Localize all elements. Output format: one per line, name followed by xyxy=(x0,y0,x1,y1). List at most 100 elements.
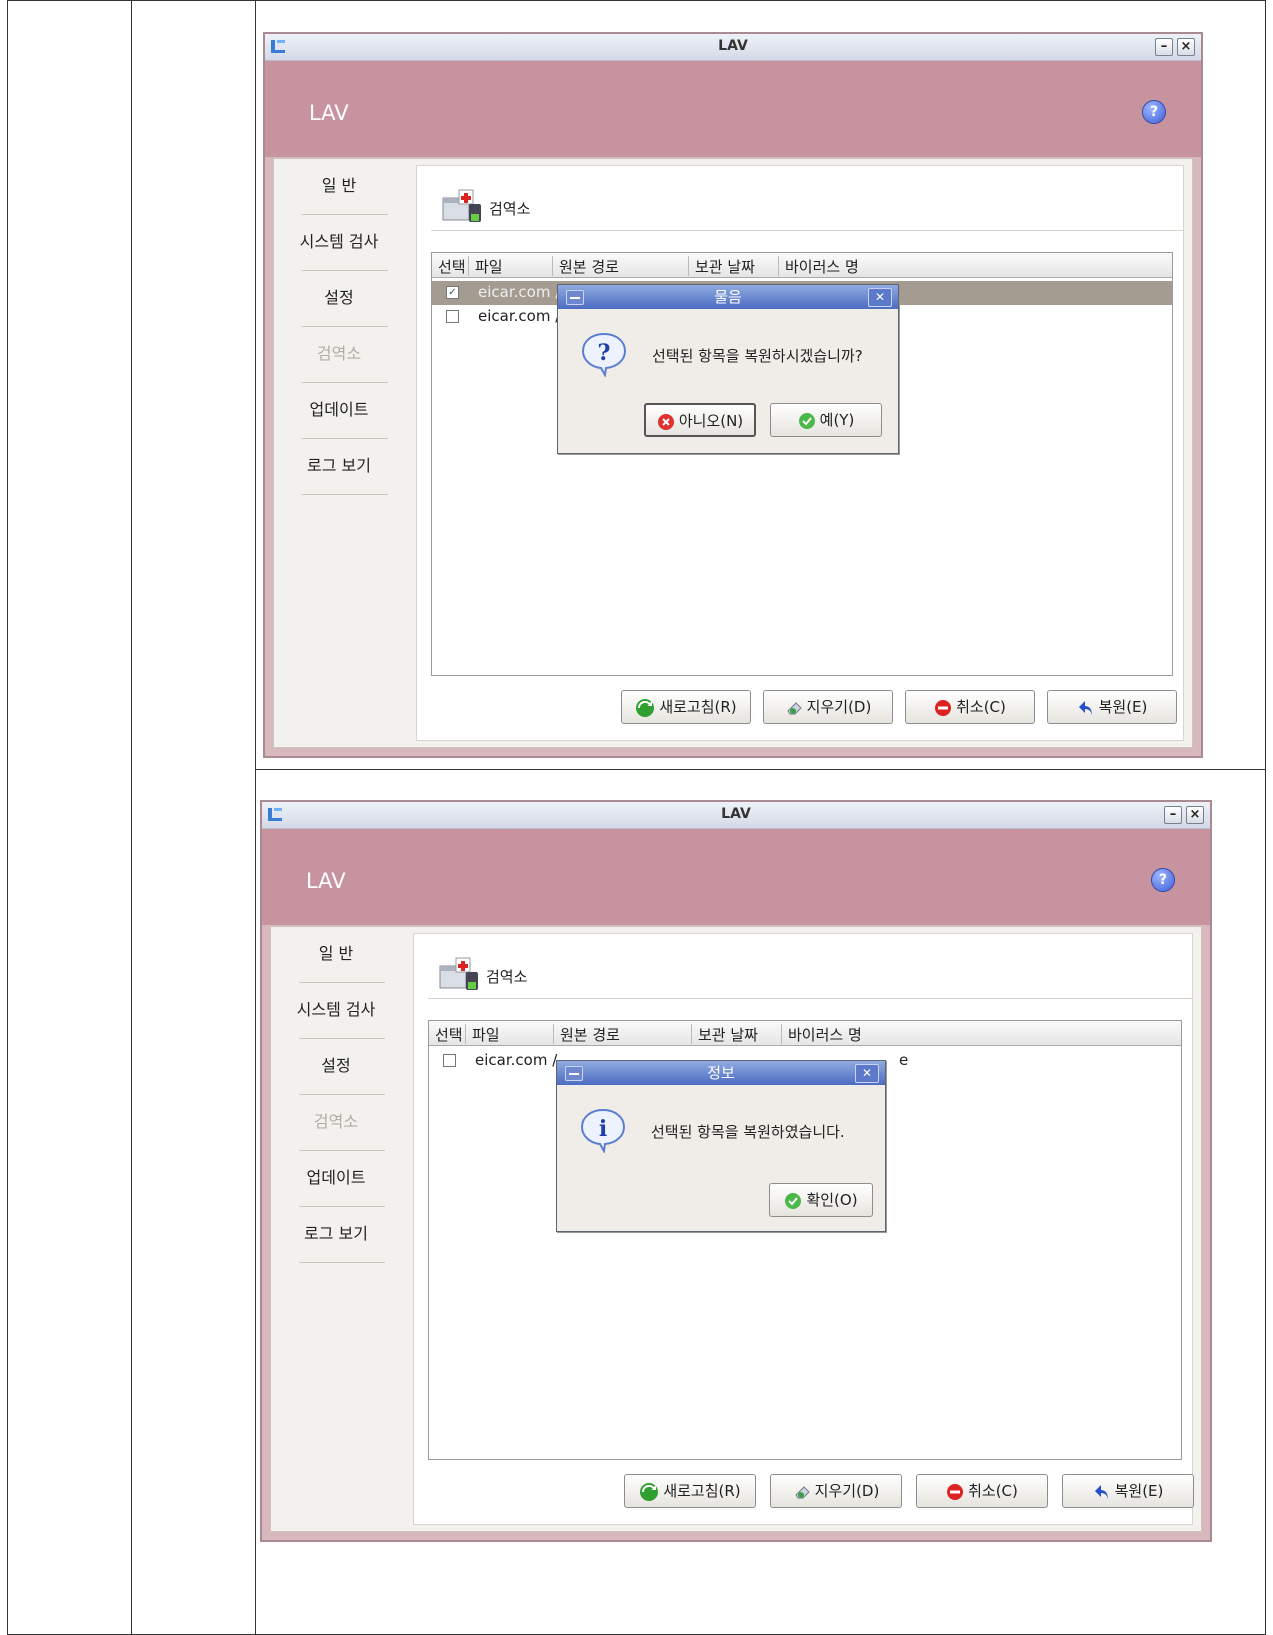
dialog-menu-icon[interactable] xyxy=(566,290,584,305)
dialog-title: 정보 xyxy=(707,1064,735,1082)
ok-button[interactable]: 확인(O) xyxy=(769,1183,873,1217)
column-header-path[interactable]: 원본 경로 xyxy=(552,256,619,276)
row-checkbox[interactable]: ✓ xyxy=(446,286,459,299)
list-header: 선택 파일 원본 경로 보관 날짜 바이러스 명 xyxy=(432,253,1172,278)
dialog-close-button[interactable]: ✕ xyxy=(868,288,892,307)
sidebar-nav: 일 반 시스템 검사 설정 검역소 업데이트 로그 보기 xyxy=(274,159,404,495)
column-header-select[interactable]: 선택 xyxy=(432,256,466,276)
nav-item-log[interactable]: 로그 보기 xyxy=(274,439,404,495)
svg-text:?: ? xyxy=(598,340,611,366)
nav-item-system-scan[interactable]: 시스템 검사 xyxy=(274,215,404,271)
undo-arrow-icon xyxy=(1094,1484,1108,1499)
column-header-date[interactable]: 보관 날짜 xyxy=(688,256,755,276)
cancel-label: 취소(C) xyxy=(968,1482,1018,1500)
question-bubble-icon: ? xyxy=(581,332,627,377)
column-header-virus[interactable]: 바이러스 명 xyxy=(778,256,859,276)
column-header-date[interactable]: 보관 날짜 xyxy=(691,1024,758,1044)
row-file: eicar.com / xyxy=(478,283,560,301)
app-header: LAV ? xyxy=(265,61,1201,157)
ok-label: 확인(O) xyxy=(806,1191,858,1209)
no-button[interactable]: 아니오(N) xyxy=(644,403,756,437)
eraser-icon xyxy=(795,1485,810,1498)
nav-item-general[interactable]: 일 반 xyxy=(271,927,401,983)
minimize-button[interactable]: – xyxy=(1155,38,1173,56)
window-title: LAV xyxy=(718,38,748,54)
dialog-close-button[interactable]: ✕ xyxy=(855,1064,879,1083)
app-brand: LAV xyxy=(309,101,349,125)
nav-item-quarantine[interactable]: 검역소 xyxy=(274,327,404,383)
nav-item-update[interactable]: 업데이트 xyxy=(271,1151,401,1207)
nav-item-quarantine[interactable]: 검역소 xyxy=(271,1095,401,1151)
eraser-icon xyxy=(787,701,802,714)
info-dialog: 정보 ✕ i 선택된 항목을 복원하였습니다. 확인(O) xyxy=(556,1060,886,1232)
cancel-label: 취소(C) xyxy=(956,698,1006,716)
column-header-file[interactable]: 파일 xyxy=(465,1024,500,1044)
info-bubble-icon: i xyxy=(580,1108,626,1153)
refresh-label: 새로고침(R) xyxy=(659,698,737,716)
stop-icon xyxy=(935,699,952,716)
help-icon[interactable]: ? xyxy=(1152,869,1174,891)
list-header: 선택 파일 원본 경로 보관 날짜 바이러스 명 xyxy=(429,1021,1181,1046)
row-file: eicar.com / xyxy=(475,1051,558,1069)
column-header-path[interactable]: 원본 경로 xyxy=(553,1024,620,1044)
refresh-button[interactable]: 새로고침(R) xyxy=(621,690,751,724)
row-checkbox[interactable] xyxy=(446,310,459,323)
panel-header: 검역소 xyxy=(431,180,1183,231)
delete-label: 지우기(D) xyxy=(814,1482,880,1500)
cancel-button[interactable]: 취소(C) xyxy=(905,690,1035,724)
nav-item-settings[interactable]: 설정 xyxy=(271,1039,401,1095)
cancel-button[interactable]: 취소(C) xyxy=(916,1474,1048,1508)
window-title: LAV xyxy=(721,806,751,822)
nav-item-system-scan[interactable]: 시스템 검사 xyxy=(271,983,401,1039)
refresh-button[interactable]: 새로고침(R) xyxy=(624,1474,756,1508)
dialog-titlebar: 물음 ✕ xyxy=(558,285,898,309)
delete-button[interactable]: 지우기(D) xyxy=(763,690,893,724)
delete-label: 지우기(D) xyxy=(806,698,872,716)
lav-window-1: LAV – × LAV ? 일 반 시스템 검사 설정 검역소 업데이트 로그 … xyxy=(263,32,1203,758)
nav-item-settings[interactable]: 설정 xyxy=(274,271,404,327)
close-button[interactable]: × xyxy=(1177,38,1195,56)
dialog-message: 선택된 항목을 복원하였습니다. xyxy=(651,1123,845,1141)
dialog-menu-icon[interactable] xyxy=(565,1066,583,1081)
window-titlebar: LAV – × xyxy=(262,802,1210,829)
yes-label: 예(Y) xyxy=(819,411,855,429)
table-cell-col1 xyxy=(7,0,132,1635)
no-x-icon xyxy=(657,413,674,430)
dialog-titlebar: 정보 ✕ xyxy=(557,1061,885,1085)
app-brand: LAV xyxy=(306,869,346,893)
quarantine-icon xyxy=(439,957,478,990)
nav-item-update[interactable]: 업데이트 xyxy=(274,383,404,439)
nav-item-general[interactable]: 일 반 xyxy=(274,159,404,215)
question-dialog: 물음 ✕ ? 선택된 항목을 복원하시겠습니까? 아니오(N) 예(Y) xyxy=(557,284,899,454)
restore-label: 복원(E) xyxy=(1114,1482,1164,1500)
restore-button[interactable]: 복원(E) xyxy=(1062,1474,1194,1508)
undo-arrow-icon xyxy=(1078,700,1092,715)
table-cell-col2 xyxy=(131,0,256,1635)
delete-button[interactable]: 지우기(D) xyxy=(770,1474,902,1508)
refresh-icon xyxy=(636,698,655,717)
column-header-file[interactable]: 파일 xyxy=(468,256,503,276)
column-header-select[interactable]: 선택 xyxy=(429,1024,463,1044)
panel-title: 검역소 xyxy=(486,968,528,986)
app-header: LAV ? xyxy=(262,829,1210,925)
svg-text:i: i xyxy=(599,1116,607,1142)
quarantine-icon xyxy=(442,189,481,222)
column-header-virus[interactable]: 바이러스 명 xyxy=(781,1024,862,1044)
row-checkbox[interactable] xyxy=(443,1054,456,1067)
row-file: eicar.com / xyxy=(478,307,560,325)
restore-button[interactable]: 복원(E) xyxy=(1047,690,1177,724)
nav-item-log[interactable]: 로그 보기 xyxy=(271,1207,401,1263)
row-trail-text: e xyxy=(899,1051,909,1069)
dialog-title: 물음 xyxy=(714,288,742,306)
close-button[interactable]: × xyxy=(1186,806,1204,824)
dialog-message: 선택된 항목을 복원하시겠습니까? xyxy=(652,347,863,365)
yes-check-icon xyxy=(798,412,815,429)
minimize-button[interactable]: – xyxy=(1164,806,1182,824)
button-bar: 새로고침(R) 지우기(D) 취소(C) 복원(E) xyxy=(417,690,1177,726)
lav-window-2: LAV – × LAV ? 일 반 시스템 검사 설정 검역소 업데이트 로그 … xyxy=(260,800,1212,1542)
refresh-icon xyxy=(640,1482,659,1501)
yes-button[interactable]: 예(Y) xyxy=(770,403,882,437)
sidebar-nav: 일 반 시스템 검사 설정 검역소 업데이트 로그 보기 xyxy=(271,927,401,1263)
ok-check-icon xyxy=(785,1192,802,1209)
help-icon[interactable]: ? xyxy=(1143,101,1165,123)
